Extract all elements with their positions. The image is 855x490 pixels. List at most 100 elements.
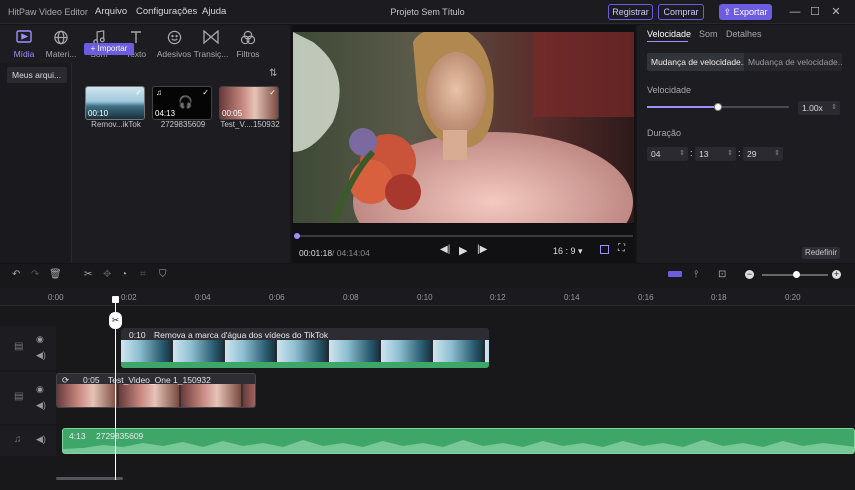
- speed-label: Velocidade: [647, 85, 692, 95]
- tab-materiais[interactable]: Materi...: [42, 27, 80, 63]
- track-head-audio: ♫ ◀): [0, 426, 56, 456]
- preview-progress-handle[interactable]: [294, 233, 300, 239]
- tab-adesivos[interactable]: Adesivos: [155, 27, 193, 63]
- ruler-label: 0:08: [343, 293, 359, 302]
- track-link-icon[interactable]: [668, 271, 682, 277]
- speaker-icon[interactable]: ◀): [36, 350, 46, 361]
- clip-duration: 4:13: [69, 431, 86, 441]
- split-scissors-icon[interactable]: ✂: [109, 312, 122, 329]
- sticker-icon: ⟳: [62, 375, 70, 385]
- video-frame[interactable]: [293, 32, 634, 223]
- previous-frame-icon[interactable]: ◀|: [440, 244, 450, 255]
- tab-transicoes[interactable]: Transiç...: [192, 27, 230, 63]
- undo-icon[interactable]: ↶: [12, 269, 20, 280]
- tab-som-props[interactable]: Som: [699, 29, 718, 39]
- close-icon[interactable]: ✕: [829, 5, 843, 19]
- tab-label: Materi...: [45, 49, 77, 59]
- sort-icon[interactable]: ⇅: [269, 68, 277, 79]
- duration-seconds-value: 29: [747, 149, 757, 159]
- active-tab-underline: [647, 41, 688, 42]
- menu-arquivo[interactable]: Arquivo: [95, 6, 127, 17]
- next-frame-icon[interactable]: |▶: [477, 244, 487, 255]
- delete-icon[interactable]: 🗑: [49, 269, 62, 280]
- zoom-slider-handle[interactable]: [793, 271, 800, 278]
- sticker-icon: [155, 30, 193, 48]
- speed-input[interactable]: 1.00x ⇕: [798, 101, 840, 115]
- scissors-icon[interactable]: ✂: [84, 269, 92, 280]
- export-icon: ⇪: [723, 7, 731, 17]
- eye-icon[interactable]: ◉: [36, 384, 44, 395]
- buy-button[interactable]: Comprar: [658, 4, 704, 20]
- aspect-ratio-select[interactable]: 16 : 9 ▾: [553, 246, 583, 257]
- clip-duration: 0:05: [83, 375, 100, 385]
- stepper-icon[interactable]: ⇕: [727, 147, 733, 161]
- audio-clip[interactable]: 4:13 2729835609: [62, 428, 855, 454]
- tab-filtros[interactable]: Filtros: [229, 27, 267, 63]
- video-clip[interactable]: 0:10 Remova a marca d'água dos vídeos do…: [121, 328, 489, 368]
- speed-mode-curve[interactable]: Mudança de velocidade...: [744, 53, 842, 71]
- transition-icon: [192, 29, 230, 48]
- app-name: HitPaw Video Editor: [8, 7, 88, 17]
- playhead-handle[interactable]: [112, 296, 119, 303]
- current-time: 00:01:18: [299, 248, 333, 258]
- speed-gauge-icon[interactable]: ◔: [121, 269, 127, 280]
- folder-my-files[interactable]: Meus arqui...: [7, 67, 67, 83]
- chevron-down-icon: ▾: [578, 246, 583, 256]
- preview-progress-track[interactable]: [296, 235, 633, 237]
- tab-midia[interactable]: Mídia: [5, 27, 43, 63]
- export-button[interactable]: ⇪ Exportar: [719, 4, 772, 20]
- speaker-icon[interactable]: ◀): [36, 434, 46, 445]
- film-icon: ▤: [14, 341, 24, 352]
- media-item[interactable]: 00:10 ✓ Remov...ikTok: [85, 86, 147, 129]
- time-separator: :: [738, 148, 741, 158]
- time-separator: :: [690, 148, 693, 158]
- media-item[interactable]: ♫ 🎧 04:13 ✓ 2729835609: [152, 86, 214, 129]
- speed-slider-handle[interactable]: [714, 103, 722, 111]
- ruler-label: 0:00: [48, 293, 64, 302]
- menu-configuracoes[interactable]: Configurações: [136, 6, 197, 17]
- media-name: 2729835609: [160, 120, 206, 129]
- music-note-icon: ♫: [14, 434, 22, 445]
- stepper-icon[interactable]: ⇕: [831, 101, 837, 115]
- duration-minutes-input[interactable]: 13 ⇕: [695, 147, 736, 161]
- speed-value: 1.00x: [802, 103, 823, 113]
- crop-tool-icon[interactable]: ⌗: [140, 269, 146, 280]
- shield-icon[interactable]: ⛉: [159, 269, 167, 280]
- media-item[interactable]: 00:05 ✓ Test_V....150932: [219, 86, 281, 129]
- timeline-scrollbar[interactable]: [56, 477, 123, 480]
- menu-ajuda[interactable]: Ajuda: [202, 6, 226, 17]
- check-icon: ✓: [135, 88, 142, 97]
- register-button[interactable]: Registrar: [608, 4, 653, 20]
- fit-icon[interactable]: ⊡: [718, 269, 726, 280]
- zoom-out-icon[interactable]: −: [745, 270, 754, 279]
- fullscreen-icon[interactable]: ⛶: [618, 243, 625, 254]
- stepper-icon[interactable]: ⇕: [679, 147, 685, 161]
- tab-velocidade[interactable]: Velocidade: [647, 29, 691, 39]
- redo-icon[interactable]: ↷: [31, 269, 39, 280]
- import-button[interactable]: + Importar: [84, 43, 134, 55]
- speaker-icon[interactable]: ◀): [36, 400, 46, 411]
- duration-seconds-input[interactable]: 29 ⇕: [743, 147, 783, 161]
- duration-hours-input[interactable]: 04 ⇕: [647, 147, 688, 161]
- split-icon[interactable]: ✥: [103, 269, 111, 280]
- minimize-icon[interactable]: —: [788, 5, 802, 19]
- stepper-icon[interactable]: ⇕: [774, 147, 780, 161]
- video-clip[interactable]: ⟳ 0:05 Test_Video_One 1_150932: [56, 373, 256, 408]
- clip-duration: 0:10: [129, 330, 146, 340]
- tab-detalhes[interactable]: Detalhes: [726, 29, 762, 39]
- media-duration: 04:13: [155, 109, 176, 118]
- reset-button[interactable]: Redefinir: [802, 247, 840, 259]
- media-thumbnail: 00:10 ✓: [85, 86, 145, 120]
- ruler-label: 0:04: [195, 293, 211, 302]
- crop-icon[interactable]: [600, 245, 609, 254]
- music-note-icon: ♫: [156, 88, 162, 97]
- eye-icon[interactable]: ◉: [36, 334, 44, 345]
- maximize-icon[interactable]: ☐: [808, 5, 822, 19]
- media-name: Test_V....150932: [220, 120, 280, 129]
- speed-mode-uniform[interactable]: Mudança de velocidade...: [647, 53, 744, 71]
- ruler-label: 0:14: [564, 293, 580, 302]
- snap-icon[interactable]: ⫯: [694, 269, 698, 280]
- play-icon[interactable]: ▶: [459, 244, 467, 257]
- zoom-in-icon[interactable]: +: [832, 270, 841, 279]
- track-head-video-1: ▤ ◉ ◀): [0, 326, 56, 370]
